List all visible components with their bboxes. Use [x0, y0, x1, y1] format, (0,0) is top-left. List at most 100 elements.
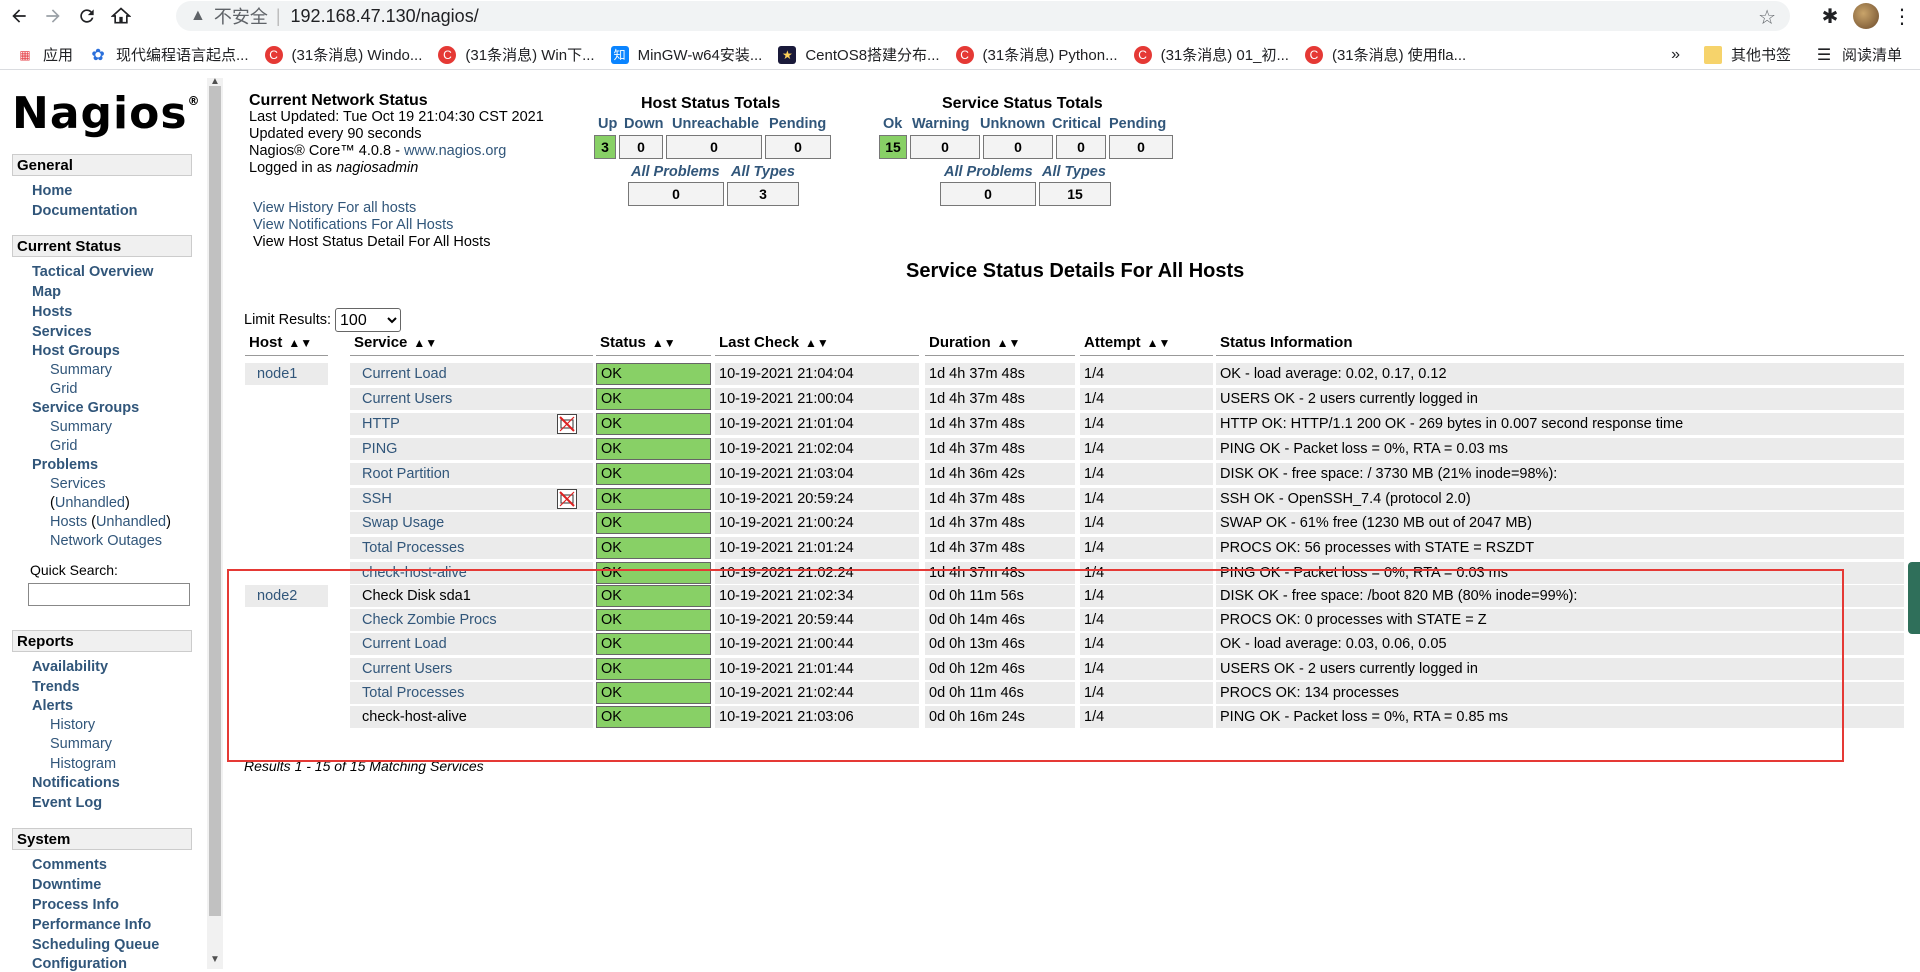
nav-servicegroups-summary[interactable]: Summary — [50, 419, 112, 435]
svc-label-warning[interactable]: Warning — [912, 116, 969, 132]
nav-problems[interactable]: Problems — [32, 457, 98, 473]
nav-services[interactable]: Services — [32, 324, 92, 340]
host-cell[interactable]: node1 — [245, 363, 328, 385]
bookmark-item[interactable]: C (31条消息) 01_初... — [1133, 44, 1289, 65]
nav-documentation[interactable]: Documentation — [32, 203, 138, 219]
host-all-problems-label[interactable]: All Problems — [631, 164, 720, 180]
bookmark-star-icon[interactable]: ☆ — [1758, 5, 1776, 30]
nav-hosts[interactable]: Hosts — [32, 304, 72, 320]
scroll-down-icon[interactable]: ▼ — [210, 954, 220, 965]
link-view-history[interactable]: View History For all hosts — [253, 200, 490, 217]
sort-arrows-icon[interactable]: ▲▼ — [997, 336, 1021, 350]
sidebar-scrollbar[interactable]: ▲ ▼ — [207, 76, 223, 969]
nav-tactical-overview[interactable]: Tactical Overview — [32, 264, 153, 280]
host-pending-count[interactable]: 0 — [765, 135, 831, 159]
col-service[interactable]: Service ▲▼ — [350, 334, 593, 356]
address-bar[interactable]: ▲ 不安全 | 192.168.47.130/nagios/ ☆ — [176, 1, 1790, 31]
nagios-website-link[interactable]: www.nagios.org — [404, 143, 506, 159]
svc-label-unknown[interactable]: Unknown — [980, 116, 1045, 132]
svc-ok-count[interactable]: 15 — [879, 135, 907, 159]
nagios-logo[interactable]: Nagios® — [12, 88, 201, 139]
nav-trends[interactable]: Trends — [32, 679, 80, 695]
bookmark-item[interactable]: C (31条消息) Windo... — [264, 44, 422, 65]
nav-downtime[interactable]: Downtime — [32, 877, 101, 893]
bookmarks-more[interactable]: » — [1671, 46, 1680, 64]
nav-service-groups[interactable]: Service Groups — [32, 400, 139, 416]
nav-alerts-histogram[interactable]: Histogram — [50, 756, 116, 772]
svc-pending-count[interactable]: 0 — [1109, 135, 1173, 159]
link-view-host-detail[interactable]: View Host Status Detail For All Hosts — [253, 234, 490, 251]
nav-home[interactable]: Home — [32, 183, 72, 199]
nav-problems-services[interactable]: Services — [50, 476, 106, 492]
quick-search-input[interactable] — [28, 583, 190, 606]
link-view-notifications[interactable]: View Notifications For All Hosts — [253, 217, 490, 234]
nav-hostgroups-summary[interactable]: Summary — [50, 362, 112, 378]
nav-network-outages[interactable]: Network Outages — [50, 533, 162, 549]
home-icon[interactable] — [106, 1, 136, 31]
nav-notifications[interactable]: Notifications — [32, 775, 120, 791]
service-cell[interactable]: Check Zombie Procs — [350, 609, 593, 632]
profile-avatar[interactable] — [1848, 3, 1884, 29]
service-cell[interactable]: Total Processes — [350, 537, 593, 560]
host-label-down[interactable]: Down — [624, 116, 663, 132]
host-all-problems-count[interactable]: 0 — [628, 182, 724, 206]
bookmark-item[interactable]: C (31条消息) Python... — [955, 44, 1118, 65]
reading-list[interactable]: ☰ 阅读清单 — [1815, 44, 1902, 65]
svc-label-pending[interactable]: Pending — [1109, 116, 1166, 132]
nav-problems-hosts[interactable]: Hosts — [50, 514, 87, 530]
host-label-unreachable[interactable]: Unreachable — [672, 116, 759, 132]
svc-warning-count[interactable]: 0 — [910, 135, 980, 159]
bookmark-apps[interactable]: ▦ 应用 — [16, 44, 73, 65]
extensions-icon[interactable]: ✱ — [1812, 4, 1848, 29]
back-icon[interactable] — [4, 1, 34, 31]
scrollbar-thumb[interactable] — [209, 86, 221, 916]
svc-all-problems-count[interactable]: 0 — [940, 182, 1036, 206]
host-label-up[interactable]: Up — [598, 116, 617, 132]
svc-unknown-count[interactable]: 0 — [983, 135, 1053, 159]
service-cell[interactable]: check-host-alive — [350, 562, 593, 585]
notifications-disabled-icon[interactable] — [557, 488, 577, 509]
bookmark-item[interactable]: 知 MinGW-w64安装... — [610, 44, 762, 65]
bookmark-item[interactable]: C (31条消息) Win下... — [438, 44, 595, 65]
nav-comments[interactable]: Comments — [32, 857, 107, 873]
host-all-types-count[interactable]: 3 — [727, 182, 799, 206]
service-cell[interactable]: Swap Usage — [350, 512, 593, 535]
nav-unhandled-hosts[interactable]: Unhandled — [96, 514, 166, 530]
nav-scheduling-queue[interactable]: Scheduling Queue — [32, 937, 159, 953]
svc-all-types-count[interactable]: 15 — [1039, 182, 1111, 206]
forward-icon[interactable] — [38, 1, 68, 31]
reload-icon[interactable] — [72, 1, 102, 31]
menu-icon[interactable]: ⋮ — [1884, 4, 1920, 29]
other-bookmarks[interactable]: 其他书签 — [1703, 44, 1791, 65]
service-cell[interactable]: Current Users — [350, 657, 593, 680]
nav-map[interactable]: Map — [32, 284, 61, 300]
nav-availability[interactable]: Availability — [32, 659, 108, 675]
bookmark-item[interactable]: ★ CentOS8搭建分布... — [778, 44, 940, 65]
service-cell[interactable]: Current Load — [350, 633, 593, 656]
sort-arrows-icon[interactable]: ▲▼ — [413, 336, 437, 350]
sort-arrows-icon[interactable]: ▲▼ — [805, 336, 829, 350]
host-unreachable-count[interactable]: 0 — [666, 135, 762, 159]
nav-process-info[interactable]: Process Info — [32, 897, 119, 913]
nav-alerts-history[interactable]: History — [50, 717, 95, 733]
notifications-disabled-icon[interactable] — [557, 413, 577, 434]
host-down-count[interactable]: 0 — [619, 135, 663, 159]
svc-critical-count[interactable]: 0 — [1056, 135, 1106, 159]
nav-alerts-summary[interactable]: Summary — [50, 736, 112, 752]
svc-label-critical[interactable]: Critical — [1052, 116, 1101, 132]
col-status[interactable]: Status ▲▼ — [596, 334, 711, 356]
nav-hostgroups-grid[interactable]: Grid — [50, 381, 77, 397]
url-text[interactable]: 192.168.47.130/nagios/ — [291, 6, 479, 27]
bookmark-item[interactable]: ✿ 现代编程语言起点... — [89, 44, 248, 65]
sort-arrows-icon[interactable]: ▲▼ — [652, 336, 676, 350]
col-last-check[interactable]: Last Check ▲▼ — [715, 334, 919, 356]
nav-configuration[interactable]: Configuration — [32, 956, 127, 972]
host-all-types-label[interactable]: All Types — [731, 164, 795, 180]
col-host[interactable]: Host ▲▼ — [245, 334, 328, 356]
nav-host-groups[interactable]: Host Groups — [32, 343, 120, 359]
nav-performance-info[interactable]: Performance Info — [32, 917, 151, 933]
service-cell[interactable]: Current Load — [350, 363, 593, 385]
svc-label-ok[interactable]: Ok — [883, 116, 902, 132]
svc-all-problems-label[interactable]: All Problems — [944, 164, 1033, 180]
host-up-count[interactable]: 3 — [594, 135, 616, 159]
